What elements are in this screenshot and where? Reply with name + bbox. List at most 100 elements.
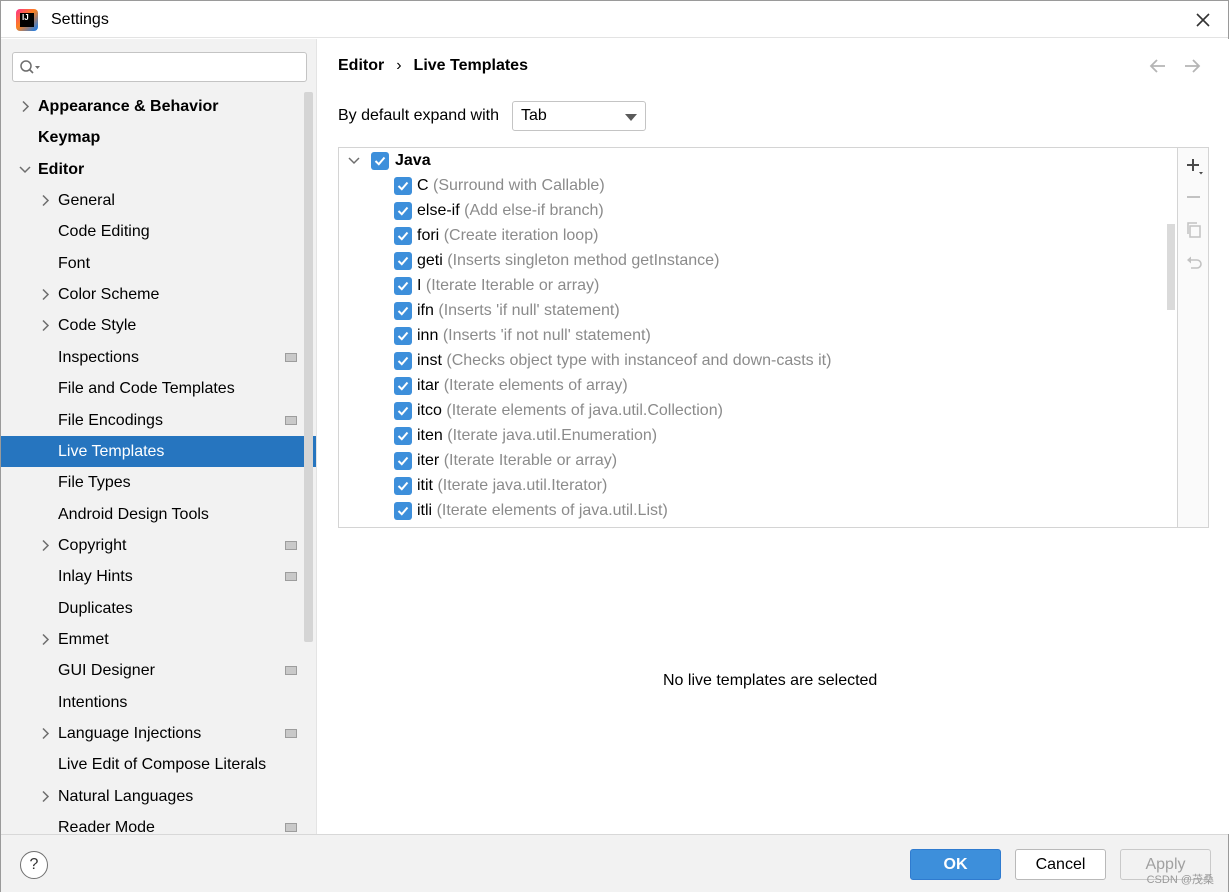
template-abbreviation: inn	[417, 327, 439, 344]
sidebar-item-file-encodings[interactable]: File Encodings	[1, 405, 316, 436]
template-checkbox[interactable]	[394, 452, 412, 470]
template-description: (Checks object type with instanceof and …	[446, 352, 832, 369]
chevron-right-icon[interactable]	[38, 530, 52, 561]
template-row[interactable]: C (Surround with Callable)	[339, 173, 1159, 198]
title-bar: IJ Settings	[1, 1, 1228, 38]
breadcrumb-current: Live Templates	[413, 57, 528, 74]
project-settings-icon	[285, 666, 297, 675]
chevron-down-icon[interactable]	[18, 154, 32, 185]
template-checkbox[interactable]	[394, 377, 412, 395]
expand-with-dropdown[interactable]: Tab	[512, 101, 646, 131]
template-checkbox[interactable]	[394, 327, 412, 345]
template-row[interactable]: iter (Iterate Iterable or array)	[339, 448, 1159, 473]
search-icon	[20, 60, 40, 74]
minus-icon[interactable]	[1184, 188, 1204, 208]
sidebar-item-copyright[interactable]: Copyright	[1, 530, 316, 561]
watermark: CSDN @茂桑	[1146, 874, 1214, 886]
project-settings-icon	[285, 541, 297, 550]
template-checkbox[interactable]	[394, 177, 412, 195]
sidebar-item-label: Code Style	[58, 317, 137, 334]
template-row[interactable]: else-if (Add else-if branch)	[339, 198, 1159, 223]
template-row[interactable]: iten (Iterate java.util.Enumeration)	[339, 423, 1159, 448]
templates-tree: Java C (Surround with Callable) else-if (…	[338, 147, 1178, 528]
plus-icon[interactable]	[1184, 156, 1204, 176]
sidebar-item-live-edit-of-compose-literals[interactable]: Live Edit of Compose Literals	[1, 749, 316, 780]
sidebar-item-reader-mode[interactable]: Reader Mode	[1, 812, 316, 834]
sidebar-item-language-injections[interactable]: Language Injections	[1, 718, 316, 749]
template-row[interactable]: inn (Inserts 'if not null' statement)	[339, 323, 1159, 348]
sidebar-item-file-types[interactable]: File Types	[1, 467, 316, 498]
template-checkbox[interactable]	[394, 402, 412, 420]
chevron-right-icon[interactable]	[38, 185, 52, 216]
back-arrow-icon[interactable]	[1147, 56, 1169, 76]
template-row[interactable]: itit (Iterate java.util.Iterator)	[339, 473, 1159, 498]
template-row[interactable]: geti (Inserts singleton method getInstan…	[339, 248, 1159, 273]
template-description: (Add else-if branch)	[464, 202, 604, 219]
template-group-row[interactable]: Java	[339, 148, 1169, 173]
checkbox-group-java[interactable]	[371, 152, 389, 170]
sidebar-item-inspections[interactable]: Inspections	[1, 342, 316, 373]
chevron-down-icon[interactable]	[347, 156, 361, 166]
template-abbreviation: itco	[417, 402, 442, 419]
chevron-right-icon[interactable]	[38, 310, 52, 341]
template-checkbox[interactable]	[394, 477, 412, 495]
sidebar-item-color-scheme[interactable]: Color Scheme	[1, 279, 316, 310]
sidebar-item-inlay-hints[interactable]: Inlay Hints	[1, 561, 316, 592]
settings-search-input[interactable]	[12, 52, 307, 82]
template-checkbox[interactable]	[394, 427, 412, 445]
template-checkbox[interactable]	[394, 502, 412, 520]
chevron-right-icon[interactable]	[38, 279, 52, 310]
template-row[interactable]: itar (Iterate elements of array)	[339, 373, 1159, 398]
template-checkbox[interactable]	[394, 277, 412, 295]
no-selection-message: No live templates are selected	[663, 672, 878, 689]
sidebar-item-keymap[interactable]: Keymap	[1, 122, 316, 153]
close-icon[interactable]	[1192, 9, 1214, 31]
template-checkbox[interactable]	[394, 227, 412, 245]
sidebar-item-general[interactable]: General	[1, 185, 316, 216]
undo-icon[interactable]	[1184, 252, 1204, 272]
sidebar-item-android-design-tools[interactable]: Android Design Tools	[1, 499, 316, 530]
sidebar-item-label: Live Templates	[58, 443, 165, 460]
template-group-name: Java	[395, 152, 431, 169]
sidebar-item-label: Android Design Tools	[58, 506, 209, 523]
breadcrumb-parent[interactable]: Editor	[338, 57, 384, 74]
template-abbreviation-text: fori (Create iteration loop)	[417, 223, 598, 248]
template-checkbox[interactable]	[394, 252, 412, 270]
sidebar-item-label: File and Code Templates	[58, 380, 235, 397]
template-abbreviation-text: iter (Iterate Iterable or array)	[417, 448, 617, 473]
sidebar-item-intentions[interactable]: Intentions	[1, 687, 316, 718]
sidebar-item-emmet[interactable]: Emmet	[1, 624, 316, 655]
template-checkbox[interactable]	[394, 302, 412, 320]
ok-button[interactable]: OK	[910, 849, 1001, 880]
template-row[interactable]: fori (Create iteration loop)	[339, 223, 1159, 248]
sidebar-scrollbar[interactable]	[304, 92, 313, 642]
sidebar-item-natural-languages[interactable]: Natural Languages	[1, 781, 316, 812]
template-row[interactable]: itli (Iterate elements of java.util.List…	[339, 498, 1159, 523]
sidebar-item-appearance-behavior[interactable]: Appearance & Behavior	[1, 91, 316, 122]
cancel-button[interactable]: Cancel	[1015, 849, 1106, 880]
sidebar-item-label: Code Editing	[58, 223, 150, 240]
chevron-right-icon[interactable]	[38, 624, 52, 655]
sidebar-item-duplicates[interactable]: Duplicates	[1, 593, 316, 624]
sidebar-item-live-templates[interactable]: Live Templates	[1, 436, 316, 467]
forward-arrow-icon[interactable]	[1181, 56, 1203, 76]
template-row[interactable]: I (Iterate Iterable or array)	[339, 273, 1159, 298]
copy-icon[interactable]	[1184, 220, 1204, 240]
template-checkbox[interactable]	[394, 352, 412, 370]
sidebar-item-font[interactable]: Font	[1, 248, 316, 279]
sidebar-item-code-style[interactable]: Code Style	[1, 310, 316, 341]
chevron-right-icon[interactable]	[38, 781, 52, 812]
sidebar-item-code-editing[interactable]: Code Editing	[1, 216, 316, 247]
template-row[interactable]: itco (Iterate elements of java.util.Coll…	[339, 398, 1159, 423]
templates-scrollbar[interactable]	[1167, 224, 1175, 310]
template-row[interactable]: inst (Checks object type with instanceof…	[339, 348, 1159, 373]
sidebar-item-file-and-code-templates[interactable]: File and Code Templates	[1, 373, 316, 404]
help-button[interactable]: ?	[20, 851, 48, 879]
chevron-right-icon[interactable]	[38, 718, 52, 749]
sidebar-item-editor[interactable]: Editor	[1, 154, 316, 185]
sidebar-item-gui-designer[interactable]: GUI Designer	[1, 655, 316, 686]
chevron-right-icon[interactable]	[18, 91, 32, 122]
template-abbreviation-text: iten (Iterate java.util.Enumeration)	[417, 423, 657, 448]
template-checkbox[interactable]	[394, 202, 412, 220]
template-row[interactable]: ifn (Inserts 'if null' statement)	[339, 298, 1159, 323]
